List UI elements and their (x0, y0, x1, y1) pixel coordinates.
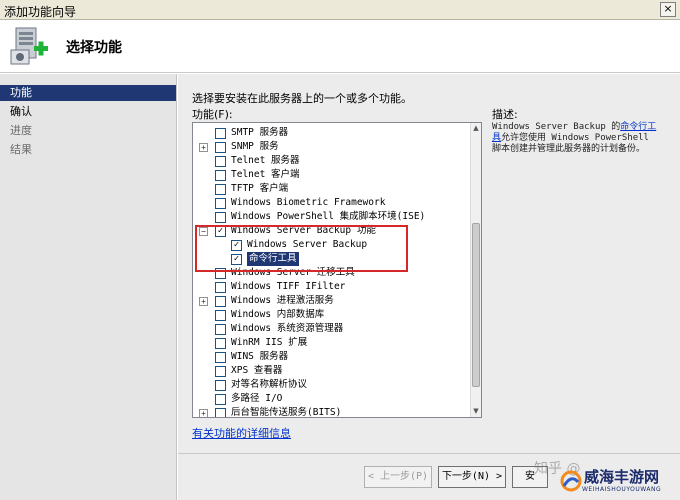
feature-checkbox[interactable] (215, 282, 226, 293)
site-logo: 威海丰游网 WEIHAISHOUYOUWANG (560, 466, 680, 500)
scroll-down-icon[interactable]: ▼ (471, 406, 481, 417)
feature-row[interactable]: SMTP 服务器 (193, 126, 471, 140)
feature-checkbox[interactable] (215, 352, 226, 363)
feature-row[interactable]: + 后台智能传送服务(BITS) (193, 406, 471, 417)
feature-row[interactable]: 多路径 I/O (193, 392, 471, 406)
feature-label[interactable]: Telnet 客户端 (231, 168, 300, 182)
features-tree-rows: SMTP 服务器 + SNMP 服务 Telnet 服务器 Telnet 客户端 TFTP… (193, 123, 471, 417)
feature-row[interactable]: Windows TIFF IFilter (193, 280, 471, 294)
feature-checkbox[interactable]: ✓ (231, 240, 242, 251)
scrollbar-thumb[interactable] (472, 223, 480, 387)
feature-row[interactable]: ✓ Windows Server Backup (193, 238, 471, 252)
feature-label[interactable]: Windows PowerShell 集成脚本环境(ISE) (231, 210, 425, 224)
collapse-icon[interactable]: − (199, 227, 208, 236)
feature-label[interactable]: SMTP 服务器 (231, 126, 288, 140)
feature-row[interactable]: Telnet 客户端 (193, 168, 471, 182)
feature-row[interactable]: Windows 内部数据库 (193, 308, 471, 322)
expand-icon[interactable]: + (199, 297, 208, 306)
feature-checkbox[interactable] (215, 310, 226, 321)
feature-checkbox[interactable] (215, 170, 226, 181)
feature-checkbox[interactable] (215, 156, 226, 167)
features-list-label: 功能(F): (192, 108, 233, 121)
feature-label[interactable]: Windows Server Backup 功能 (231, 224, 376, 238)
feature-checkbox[interactable] (215, 128, 226, 139)
feature-row[interactable]: − ✓ Windows Server Backup 功能 (193, 224, 471, 238)
feature-row[interactable]: WINS 服务器 (193, 350, 471, 364)
feature-checkbox[interactable] (215, 212, 226, 223)
feature-row[interactable]: Windows Biometric Framework (193, 196, 471, 210)
feature-label[interactable]: 后台智能传送服务(BITS) (231, 406, 341, 417)
wizard-header: 选择功能 (0, 20, 680, 73)
feature-row[interactable]: Telnet 服务器 (193, 154, 471, 168)
feature-checkbox[interactable] (215, 366, 226, 377)
intro-text: 选择要安装在此服务器上的一个或多个功能。 (192, 92, 412, 105)
footer-divider (178, 453, 680, 454)
description-text: Windows Server Backup 的命令行工具允许您使用 Window… (492, 122, 662, 155)
back-button: < 上一步(P) (364, 466, 432, 488)
feature-row[interactable]: Windows Server 迁移工具 (193, 266, 471, 280)
feature-checkbox[interactable] (215, 380, 226, 391)
close-button[interactable]: × (660, 2, 676, 17)
feature-label[interactable]: 对等名称解析协议 (231, 378, 307, 392)
feature-label[interactable]: WINS 服务器 (231, 350, 288, 364)
logo-text: 威海丰游网 (584, 468, 660, 486)
expand-icon[interactable]: + (199, 143, 208, 152)
feature-checkbox[interactable] (215, 184, 226, 195)
feature-checkbox[interactable] (215, 408, 226, 417)
feature-label[interactable]: Windows Server Backup (247, 238, 367, 252)
wizard-sidebar: 功能 确认 进度 结果 (0, 74, 177, 500)
feature-row[interactable]: WinRM IIS 扩展 (193, 336, 471, 350)
logo-swirl-icon (560, 470, 582, 492)
description-prefix: Windows Server Backup 的 (492, 122, 621, 132)
feature-checkbox[interactable] (215, 268, 226, 279)
feature-row[interactable]: XPS 查看器 (193, 364, 471, 378)
feature-checkbox[interactable] (215, 142, 226, 153)
page-title: 选择功能 (66, 40, 122, 56)
add-features-icon (10, 27, 48, 65)
feature-label[interactable]: Windows Biometric Framework (231, 196, 385, 210)
sidebar-item-confirm[interactable]: 确认 (0, 104, 176, 120)
feature-label[interactable]: Windows 系统资源管理器 (231, 322, 343, 336)
feature-checkbox[interactable]: ✓ (231, 254, 242, 265)
feature-checkbox[interactable] (215, 296, 226, 307)
feature-checkbox[interactable] (215, 198, 226, 209)
features-tree[interactable]: SMTP 服务器 + SNMP 服务 Telnet 服务器 Telnet 客户端 TFTP… (192, 122, 482, 418)
feature-checkbox[interactable]: ✓ (215, 226, 226, 237)
description-label: 描述: (492, 108, 518, 121)
wizard-main: 选择要安装在此服务器上的一个或多个功能。 功能(F): 描述: Windows … (178, 74, 680, 500)
feature-label[interactable]: Windows 内部数据库 (231, 308, 324, 322)
feature-label[interactable]: XPS 查看器 (231, 364, 282, 378)
feature-checkbox[interactable] (215, 394, 226, 405)
feature-checkbox[interactable] (215, 324, 226, 335)
next-button[interactable]: 下一步(N) > (438, 466, 506, 488)
tree-scrollbar[interactable]: ▲ ▼ (470, 123, 481, 417)
feature-row[interactable]: + SNMP 服务 (193, 140, 471, 154)
feature-label[interactable]: 多路径 I/O (231, 392, 282, 406)
feature-label[interactable]: Windows Server 迁移工具 (231, 266, 355, 280)
feature-label[interactable]: TFTP 客户端 (231, 182, 288, 196)
feature-label[interactable]: Windows 进程激活服务 (231, 294, 334, 308)
feature-label[interactable]: SNMP 服务 (231, 140, 279, 154)
more-info-link[interactable]: 有关功能的详细信息 (192, 425, 291, 441)
sidebar-item-features[interactable]: 功能 (0, 85, 176, 101)
window-titlebar: 添加功能向导 × (0, 0, 680, 20)
expand-icon[interactable]: + (199, 409, 208, 417)
scroll-up-icon[interactable]: ▲ (471, 123, 481, 134)
feature-label[interactable]: Windows TIFF IFilter (231, 280, 345, 294)
sidebar-item-progress: 进度 (10, 124, 32, 137)
feature-checkbox[interactable] (215, 338, 226, 349)
feature-row[interactable]: TFTP 客户端 (193, 182, 471, 196)
feature-row[interactable]: ✓ 命令行工具 (193, 252, 471, 266)
feature-row[interactable]: Windows PowerShell 集成脚本环境(ISE) (193, 210, 471, 224)
feature-label[interactable]: 命令行工具 (247, 252, 299, 266)
sidebar-item-results: 结果 (10, 143, 32, 156)
description-suffix: 允许您使用 Windows PowerShell 脚本创建并管理此服务器的计划备… (492, 133, 649, 154)
logo-subtext: WEIHAISHOUYOUWANG (582, 486, 662, 493)
feature-row[interactable]: + Windows 进程激活服务 (193, 294, 471, 308)
window-title: 添加功能向导 (4, 5, 77, 19)
feature-row[interactable]: 对等名称解析协议 (193, 378, 471, 392)
feature-label[interactable]: WinRM IIS 扩展 (231, 336, 307, 350)
feature-row[interactable]: Windows 系统资源管理器 (193, 322, 471, 336)
feature-label[interactable]: Telnet 服务器 (231, 154, 300, 168)
